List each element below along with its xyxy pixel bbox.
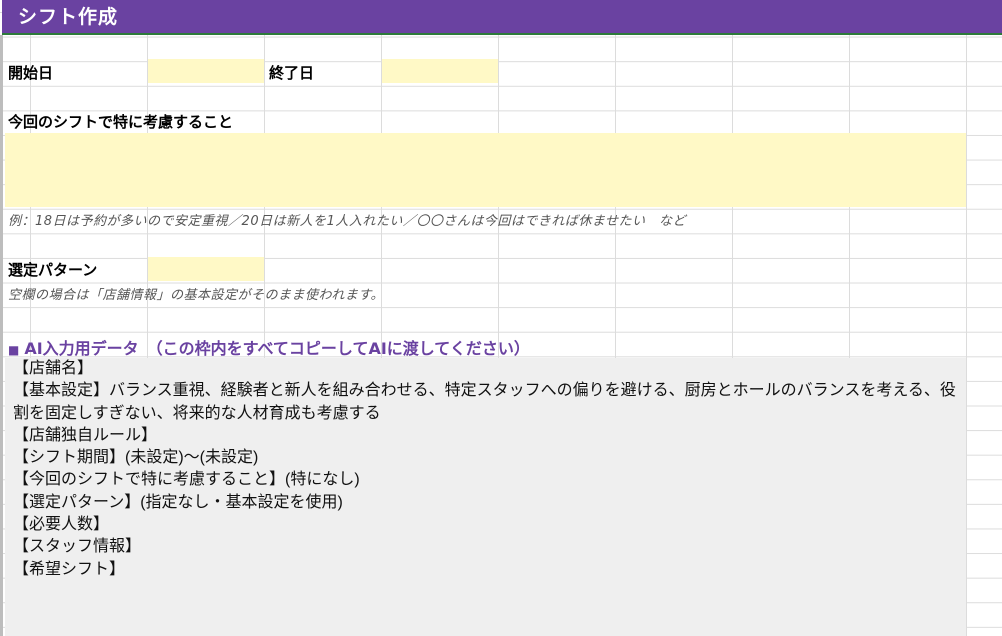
ai-line-pattern: 【選定パターン】(指定なし・基本設定を使用) xyxy=(13,493,343,511)
ai-line-requested-shifts: 【希望シフト】 xyxy=(13,560,126,578)
ai-line-consider: 【今回のシフトで特に考慮すること】(特になし) xyxy=(13,471,360,489)
square-bullet-icon: ■ xyxy=(8,343,20,357)
end-date-input[interactable] xyxy=(382,59,498,83)
ai-line-staff-info: 【スタッフ情報】 xyxy=(13,538,142,556)
ai-line-basic-settings: 【基本設定】バランス重視、経験者と新人を組み合わせる、特定スタッフへの偏りを避け… xyxy=(13,382,956,422)
ai-section-header: ■ AI入力用データ （この枠内をすべてコピーしてAIに渡してください） xyxy=(8,335,530,359)
end-date-label: 終了日 xyxy=(269,64,315,82)
ai-line-store-rules: 【店舗独自ルール】 xyxy=(13,426,158,444)
consider-label: 今回のシフトで特に考慮すること xyxy=(8,113,234,131)
start-date-label: 開始日 xyxy=(8,64,54,82)
ai-line-shift-period: 【シフト期間】(未設定)〜(未設定) xyxy=(13,449,259,467)
ai-input-box[interactable]: 【店舗名】 【基本設定】バランス重視、経験者と新人を組み合わせる、特定スタッフへ… xyxy=(5,358,966,636)
consider-input[interactable] xyxy=(5,133,966,207)
consider-example-hint: 例：18日は予約が多いので安定重視／20日は新人を1人入れたい／〇〇さんは今回は… xyxy=(8,214,686,229)
ai-line-required-staff: 【必要人数】 xyxy=(13,516,110,534)
pattern-label: 選定パターン xyxy=(8,261,98,279)
pattern-hint: 空欄の場合は「店舗情報」の基本設定がそのまま使われます。 xyxy=(8,288,385,303)
pattern-input[interactable] xyxy=(148,257,264,281)
ai-section-header-text: AI入力用データ （この枠内をすべてコピーしてAIに渡してください） xyxy=(24,339,530,358)
sheet-title: シフト作成 xyxy=(2,0,1002,35)
ai-line-store-name: 【店舗名】 xyxy=(13,360,94,377)
sheet-left-edge xyxy=(0,35,3,636)
start-date-input[interactable] xyxy=(148,59,264,83)
